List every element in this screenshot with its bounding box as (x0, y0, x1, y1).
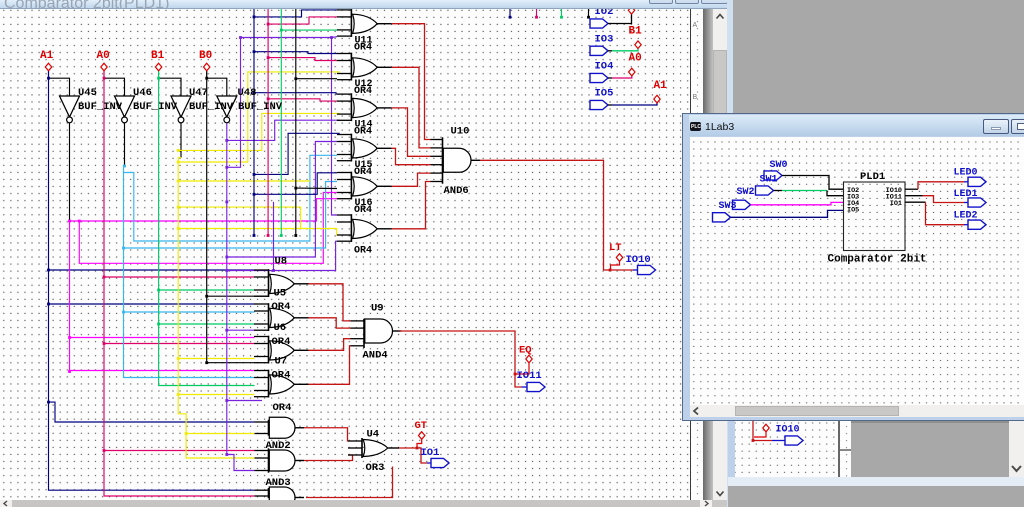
svg-text:AND2: AND2 (266, 440, 291, 452)
svg-text:SW1: SW1 (760, 174, 778, 185)
svg-text:IO5: IO5 (595, 87, 614, 99)
svg-text:Comparator 2bit: Comparator 2bit (828, 253, 927, 265)
svg-text:U9: U9 (371, 302, 384, 314)
svg-text:OR4: OR4 (354, 167, 372, 178)
svg-text:U10: U10 (451, 125, 470, 137)
svg-text:A1: A1 (40, 50, 54, 62)
svg-text:OR4: OR4 (354, 86, 372, 97)
svg-text:LT: LT (609, 242, 622, 254)
svg-text:LED1: LED1 (954, 189, 978, 200)
svg-text:B1: B1 (151, 50, 165, 62)
svg-text:IO10: IO10 (626, 254, 651, 266)
svg-text:U47: U47 (189, 87, 208, 99)
svg-text:BUF_INV: BUF_INV (78, 101, 123, 113)
svg-text:U48: U48 (238, 87, 257, 99)
svg-text:PLD1: PLD1 (860, 171, 885, 183)
svg-text:IO3: IO3 (595, 33, 614, 45)
svg-text:OR4: OR4 (272, 301, 291, 313)
svg-text:B1: B1 (629, 25, 643, 37)
svg-text:OR4: OR4 (272, 369, 291, 381)
svg-text:BUF_INV: BUF_INV (133, 101, 178, 113)
svg-text:U6: U6 (274, 322, 287, 334)
svg-text:OR4: OR4 (354, 126, 372, 137)
svg-text:IO5: IO5 (847, 206, 859, 214)
svg-text:SW3: SW3 (719, 201, 737, 212)
svg-text:IO1: IO1 (890, 199, 902, 207)
svg-text:AND3: AND3 (266, 477, 291, 489)
svg-text:AND6: AND6 (444, 185, 469, 197)
svg-text:SW2: SW2 (737, 187, 755, 198)
svg-text:IO2: IO2 (595, 9, 614, 18)
svg-text:LED2: LED2 (954, 210, 978, 221)
svg-text:AND4: AND4 (363, 349, 388, 361)
svg-text:BUF_INV: BUF_INV (238, 101, 283, 113)
svg-text:U5: U5 (274, 287, 287, 299)
svg-text:IO10: IO10 (776, 424, 800, 435)
svg-text:IO1: IO1 (421, 447, 440, 459)
svg-text:EQ: EQ (519, 344, 532, 356)
svg-text:B0: B0 (199, 50, 212, 62)
svg-text:U7: U7 (275, 355, 288, 367)
svg-text:A0: A0 (97, 50, 110, 62)
svg-text:U46: U46 (133, 87, 152, 99)
svg-text:A1: A1 (654, 80, 668, 92)
svg-text:OR4: OR4 (273, 402, 292, 414)
svg-text:IO4: IO4 (595, 60, 614, 72)
svg-text:GT: GT (415, 420, 428, 432)
svg-text:OR4: OR4 (354, 245, 372, 256)
svg-text:LED0: LED0 (954, 167, 978, 178)
svg-text:OR4: OR4 (272, 336, 291, 348)
svg-text:BUF_INV: BUF_INV (189, 101, 234, 113)
svg-text:U4: U4 (367, 428, 380, 440)
svg-text:OR4: OR4 (354, 42, 372, 53)
svg-text:U8: U8 (275, 255, 288, 267)
svg-text:IO11: IO11 (517, 370, 542, 382)
svg-text:OR3: OR3 (366, 462, 385, 474)
svg-text:OR4: OR4 (354, 205, 372, 216)
svg-text:SW0: SW0 (770, 160, 788, 171)
svg-text:U45: U45 (78, 87, 97, 99)
svg-text:A0: A0 (629, 52, 642, 64)
